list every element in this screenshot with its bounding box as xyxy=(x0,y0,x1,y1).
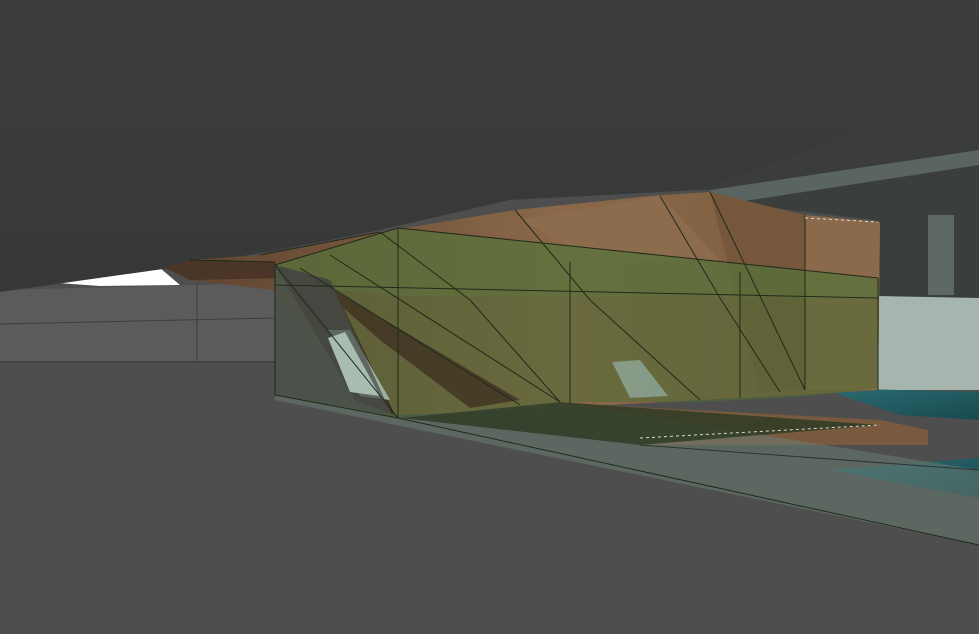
right-column xyxy=(928,215,954,295)
architectural-scene xyxy=(0,0,979,634)
right-pale-wall xyxy=(876,296,979,390)
left-far-wall xyxy=(0,283,275,362)
3d-viewport[interactable] xyxy=(0,0,979,634)
